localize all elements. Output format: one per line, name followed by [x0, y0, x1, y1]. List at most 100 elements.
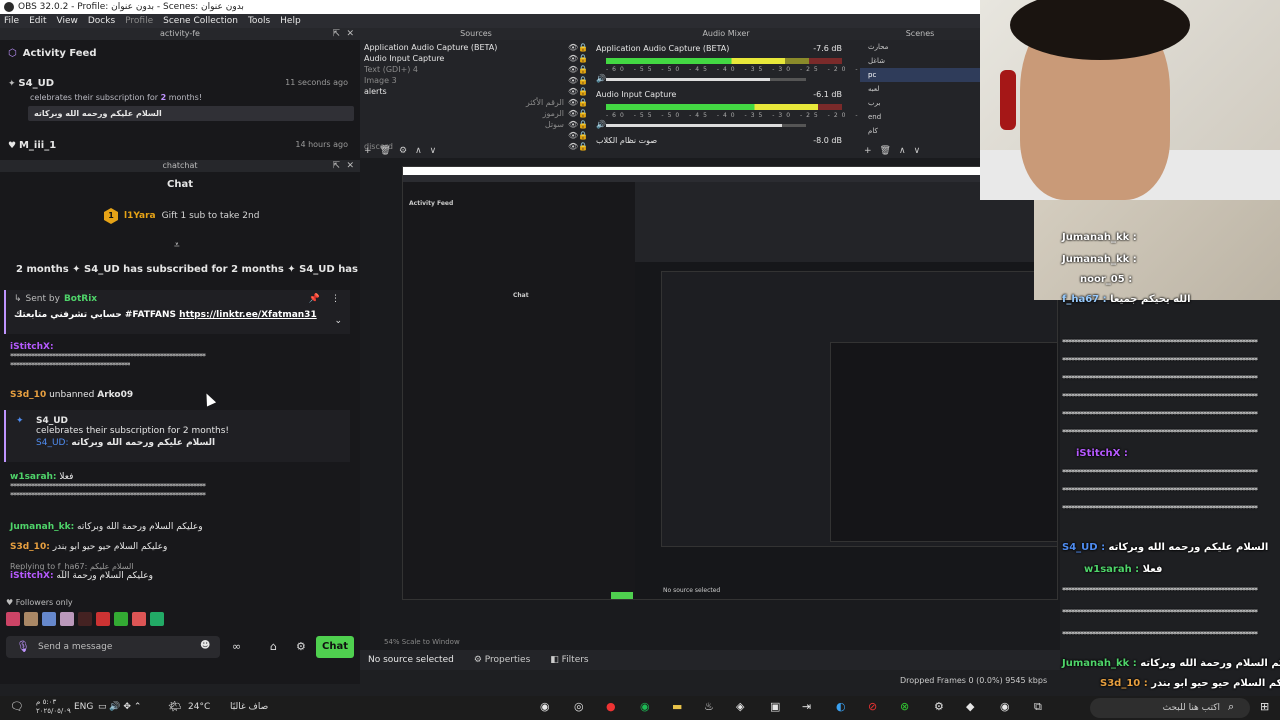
menu-scene-collection[interactable]: Scene Collection [163, 14, 238, 28]
chat-user[interactable]: w1sarah: [10, 472, 57, 482]
scene-item[interactable]: محارث [860, 40, 980, 54]
source-item[interactable]: Text (GDI+) 4 👁🔒 [364, 64, 592, 75]
eye-icon[interactable]: 👁🔒 [568, 75, 592, 86]
emote-icon[interactable] [78, 612, 92, 626]
app-icon[interactable]: ⇥ [802, 700, 811, 713]
emote-icon[interactable] [132, 612, 146, 626]
add-icon[interactable]: + [364, 146, 372, 156]
source-item[interactable]: الرقم الأكثر 👁🔒 [364, 97, 592, 108]
eye-icon[interactable]: 👁🔒 [568, 64, 592, 75]
settings-icon[interactable]: ⚙ [934, 700, 944, 713]
source-item[interactable]: Audio Input Capture 👁🔒 [364, 53, 592, 64]
pin-toggle-icon[interactable]: 📌 [309, 294, 320, 304]
tray-icons[interactable]: ▭ 🔊 ✥ ⌃ [98, 702, 141, 712]
search-icon[interactable]: ⌕ [1228, 700, 1234, 714]
float-dock-icon[interactable]: ⇱ [332, 160, 340, 172]
trash-icon[interactable]: 🗑 [880, 146, 891, 156]
scene-item[interactable]: برب [860, 96, 980, 110]
close-dock-icon[interactable]: ✕ [346, 160, 354, 172]
filters-button[interactable]: ◧ Filters [550, 650, 588, 670]
pinned-message[interactable]: ↳ Sent by BotRix حسابي تشرفني متابعتك #F… [4, 290, 350, 334]
close-dock-icon[interactable]: ✕ [346, 28, 354, 40]
eye-icon[interactable]: 👁🔒 [568, 119, 592, 130]
eye-icon[interactable]: 👁🔒 [568, 86, 592, 97]
emote-icon[interactable] [150, 612, 164, 626]
weather-icon[interactable]: 🌤 [168, 700, 182, 713]
source-item[interactable]: Image 3 👁🔒 [364, 75, 592, 86]
language-indicator[interactable]: ENG [74, 702, 93, 712]
spotify-icon[interactable]: ◉ [640, 700, 650, 713]
chat-send-button[interactable]: Chat [316, 636, 354, 658]
chat-user[interactable]: S3d_10 [10, 390, 46, 400]
chat-user[interactable]: iStitchX: [10, 342, 54, 352]
infinity-icon[interactable]: ∞ [232, 640, 241, 653]
obs-active-icon[interactable]: ● [606, 700, 616, 713]
taskbar-search[interactable]: اكتب هنا للبحث [1090, 698, 1250, 718]
emote-icon[interactable] [6, 612, 20, 626]
down-icon[interactable]: ∨ [430, 146, 437, 156]
eye-icon[interactable]: 👁🔒 [568, 97, 592, 108]
chat-user[interactable]: Jumanah_kk: [10, 522, 74, 532]
menu-file[interactable]: File [4, 14, 19, 28]
app-icon[interactable]: ⊘ [868, 700, 877, 713]
microphone-icon[interactable]: 🎙 [16, 640, 30, 653]
eye-icon[interactable]: 👁🔒 [568, 130, 592, 141]
emote-icon[interactable] [60, 612, 74, 626]
chat-user[interactable]: iStitchX: [10, 571, 54, 581]
source-item[interactable]: 👁🔒 [364, 130, 592, 141]
emote-row[interactable] [6, 612, 164, 626]
activity-item[interactable]: ♥ M_iii_1 14 hours ago [8, 140, 354, 151]
chevron-down-icon[interactable]: ⩡ [174, 240, 180, 251]
weather-temp[interactable]: 24°C [188, 702, 210, 712]
up-icon[interactable]: ∧ [899, 146, 906, 156]
gear-icon[interactable]: ⚙ [399, 146, 407, 156]
scene-item[interactable]: لعبه [860, 82, 980, 96]
volume-slider[interactable] [606, 124, 806, 127]
preview-zoom-bar[interactable]: 54% Scale to Window [360, 634, 1060, 650]
scene-item[interactable]: شاغل [860, 54, 980, 68]
eye-icon[interactable]: 👁🔒 [568, 141, 592, 152]
emote-icon[interactable] [42, 612, 56, 626]
menu-view[interactable]: View [57, 14, 78, 28]
windows-icon[interactable]: ⊞ [1260, 700, 1269, 713]
scene-item[interactable]: كام [860, 124, 980, 138]
speaker-icon[interactable]: 🔊 [596, 120, 606, 129]
speaker-icon[interactable]: 🔊 [596, 74, 606, 83]
app-icon[interactable]: ◆ [966, 700, 974, 713]
xbox-icon[interactable]: ⊗ [900, 700, 909, 713]
menu-profile[interactable]: Profile [125, 14, 153, 28]
activity-item[interactable]: ✦ S4_UD 11 seconds ago celebrates their … [8, 78, 354, 121]
app-icon[interactable]: ◉ [1000, 700, 1010, 713]
source-item[interactable]: alerts 👁🔒 [364, 86, 592, 97]
emote-icon[interactable] [114, 612, 128, 626]
edge-icon[interactable]: ◐ [836, 700, 846, 713]
emote-icon[interactable] [24, 612, 38, 626]
eye-icon[interactable]: 👁🔒 [568, 42, 592, 53]
up-icon[interactable]: ∧ [415, 146, 422, 156]
volume-slider[interactable] [606, 78, 806, 81]
float-dock-icon[interactable]: ⇱ [332, 28, 340, 40]
trash-icon[interactable]: 🗑 [380, 146, 391, 156]
clock[interactable]: ٥:٠٣ م ٢٠٢٥/٠٥/٠٩ [36, 698, 71, 716]
scene-item[interactable]: end [860, 110, 980, 124]
send-message-input[interactable]: Send a message [6, 636, 220, 658]
emote-icon[interactable] [96, 612, 110, 626]
chevron-down-icon[interactable]: ⌄ [334, 316, 342, 326]
menu-docks[interactable]: Docks [88, 14, 115, 28]
properties-button[interactable]: ⚙ Properties [474, 650, 530, 670]
app-icon[interactable]: ◈ [736, 700, 744, 713]
notification-icon[interactable]: 🗨 [10, 700, 24, 713]
store-icon[interactable]: ⌂ [270, 640, 277, 653]
app-icon[interactable]: ▣ [770, 700, 780, 713]
emoji-icon[interactable]: ☻ [200, 640, 210, 651]
folder-icon[interactable]: ▬ [672, 700, 682, 713]
source-item[interactable]: Application Audio Capture (BETA) 👁🔒 [364, 42, 592, 53]
menu-tools[interactable]: Tools [248, 14, 270, 28]
source-item[interactable]: سوتل 👁🔒 [364, 119, 592, 130]
obs-taskbar-icon[interactable]: ◉ [540, 700, 550, 713]
steam-icon[interactable]: ♨ [704, 700, 714, 713]
eye-icon[interactable]: 👁🔒 [568, 108, 592, 119]
weather-text[interactable]: صاف غالبًا [230, 702, 268, 712]
add-icon[interactable]: + [864, 146, 872, 156]
gear-icon[interactable]: ⚙ [296, 640, 306, 653]
